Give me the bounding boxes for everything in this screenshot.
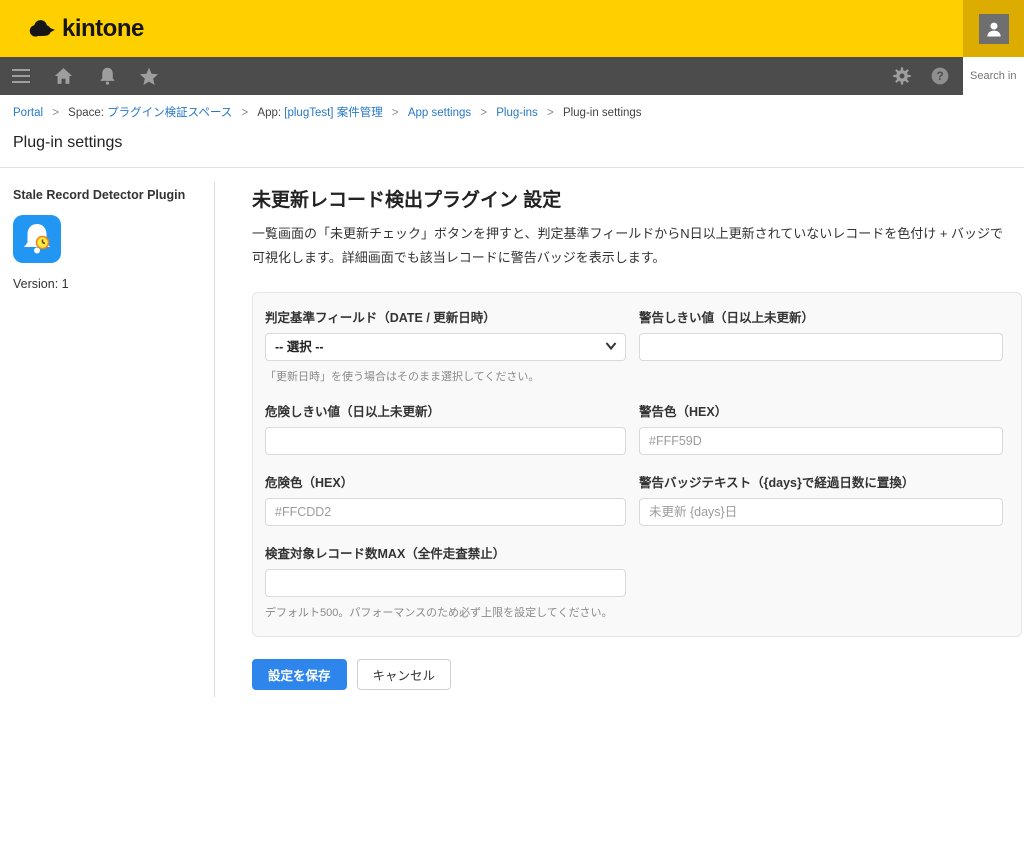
max-records-helper: デフォルト500。パフォーマンスのため必ず上限を設定してください。 — [265, 604, 626, 620]
page-title: Plug-in settings — [13, 134, 1024, 152]
settings-form-panel: 判定基準フィールド（DATE / 更新日時） -- 選択 -- 「更新日時」を使… — [252, 292, 1022, 637]
top-header: kintone — [0, 0, 1024, 57]
field-warn-color: 警告色（HEX） — [639, 401, 1003, 455]
kintone-window: kintone — [0, 0, 1024, 853]
badge-text-input[interactable] — [639, 498, 1003, 526]
content-area: Stale Record Detector Plugin Version: 1 … — [0, 168, 1024, 697]
plugin-version: Version: 1 — [13, 277, 214, 291]
field-badge-text: 警告バッジテキスト（{days}で経過日数に置換） — [639, 472, 1003, 526]
hamburger-menu-icon[interactable] — [10, 65, 32, 87]
plugin-sidebar: Stale Record Detector Plugin Version: 1 — [0, 168, 214, 291]
breadcrumb: Portal > Space: プラグイン検証スペース > App: [plug… — [0, 95, 1024, 120]
svg-text:?: ? — [936, 70, 943, 83]
breadcrumb-space-prefix: Space: — [68, 107, 107, 119]
navbar-right-icons: ? — [891, 57, 963, 95]
field-judge-field: 判定基準フィールド（DATE / 更新日時） -- 選択 -- 「更新日時」を使… — [265, 307, 626, 384]
gear-icon[interactable] — [891, 65, 913, 87]
empty-cell — [639, 543, 1003, 620]
star-icon[interactable] — [138, 65, 160, 87]
judge-field-select-wrap: -- 選択 -- — [265, 333, 626, 361]
breadcrumb-app-settings[interactable]: App settings — [408, 107, 471, 119]
home-icon[interactable] — [52, 65, 74, 87]
breadcrumb-separator: > — [392, 107, 399, 119]
field-danger-threshold: 危険しきい値（日以上未更新） — [265, 401, 626, 455]
settings-heading: 未更新レコード検出プラグイン 設定 — [252, 185, 1014, 212]
kintone-cloud-icon — [27, 16, 57, 42]
cancel-button[interactable]: キャンセル — [357, 659, 452, 690]
breadcrumb-app-prefix: App: — [257, 107, 284, 119]
form-actions: 設定を保存 キャンセル — [252, 659, 1014, 690]
help-icon[interactable]: ? — [929, 65, 951, 87]
breadcrumb-separator: > — [242, 107, 249, 119]
navbar: ? — [0, 57, 1024, 95]
field-danger-color: 危険色（HEX） — [265, 472, 626, 526]
plugin-name: Stale Record Detector Plugin — [13, 188, 214, 202]
field-warn-threshold: 警告しきい値（日以上未更新） — [639, 307, 1003, 384]
breadcrumb-space[interactable]: プラグイン検証スペース — [107, 107, 232, 119]
breadcrumb-app[interactable]: [plugTest] 案件管理 — [284, 107, 382, 119]
save-button[interactable]: 設定を保存 — [252, 659, 347, 690]
kintone-logo[interactable]: kintone — [27, 15, 144, 43]
settings-description: 一覧画面の「未更新チェック」ボタンを押すと、判定基準フィールドからN日以上更新さ… — [252, 222, 1014, 270]
judge-field-select[interactable]: -- 選択 -- — [265, 333, 626, 361]
danger-color-label: 危険色（HEX） — [265, 472, 626, 491]
breadcrumb-portal[interactable]: Portal — [13, 107, 43, 119]
field-max-records: 検査対象レコード数MAX（全件走査禁止） デフォルト500。パフォーマンスのため… — [265, 543, 626, 620]
danger-threshold-input[interactable] — [265, 427, 626, 455]
search-input[interactable] — [963, 57, 1024, 95]
judge-field-helper: 「更新日時」を使う場合はそのまま選択してください。 — [265, 368, 626, 384]
breadcrumb-current: Plug-in settings — [563, 107, 642, 119]
breadcrumb-separator: > — [52, 107, 59, 119]
bell-clock-icon — [13, 215, 61, 263]
breadcrumb-plugins[interactable]: Plug-ins — [496, 107, 538, 119]
breadcrumb-separator: > — [480, 107, 487, 119]
brand-text: kintone — [62, 15, 144, 43]
max-records-input[interactable] — [265, 569, 626, 597]
danger-color-input[interactable] — [265, 498, 626, 526]
danger-threshold-label: 危険しきい値（日以上未更新） — [265, 401, 626, 420]
breadcrumb-separator: > — [547, 107, 554, 119]
warn-threshold-input[interactable] — [639, 333, 1003, 361]
judge-field-label: 判定基準フィールド（DATE / 更新日時） — [265, 307, 626, 326]
user-icon — [984, 19, 1004, 39]
badge-text-label: 警告バッジテキスト（{days}で経過日数に置換） — [639, 472, 1003, 491]
warn-threshold-label: 警告しきい値（日以上未更新） — [639, 307, 1003, 326]
warn-color-label: 警告色（HEX） — [639, 401, 1003, 420]
bell-icon[interactable] — [96, 65, 118, 87]
settings-form-grid: 判定基準フィールド（DATE / 更新日時） -- 選択 -- 「更新日時」を使… — [265, 307, 1009, 620]
avatar — [979, 14, 1009, 44]
user-menu-button[interactable] — [963, 0, 1024, 57]
max-records-label: 検査対象レコード数MAX（全件走査禁止） — [265, 543, 626, 562]
plugin-settings-main: 未更新レコード検出プラグイン 設定 一覧画面の「未更新チェック」ボタンを押すと、… — [215, 168, 1024, 690]
warn-color-input[interactable] — [639, 427, 1003, 455]
